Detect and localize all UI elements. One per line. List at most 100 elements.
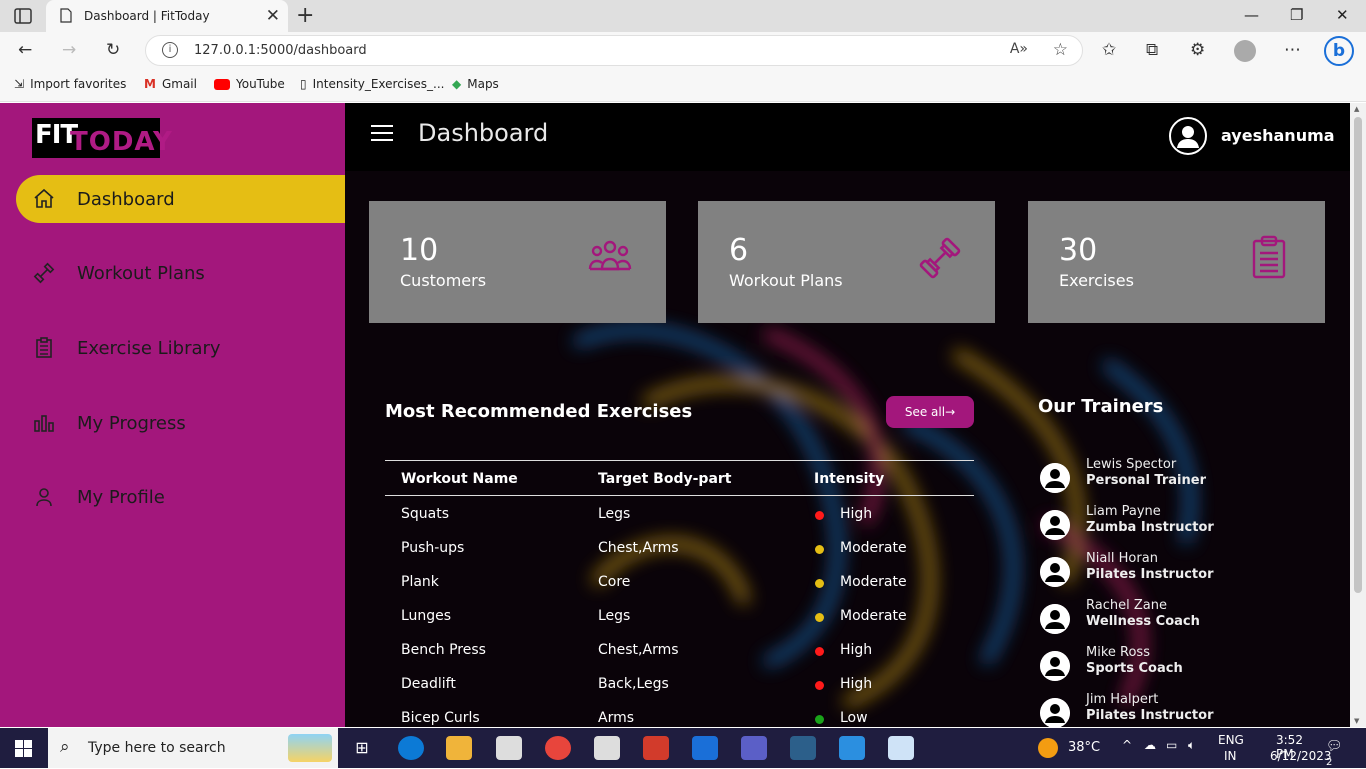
- trainer-item[interactable]: Mike Ross Sports Coach: [1038, 645, 1318, 689]
- site-info-icon[interactable]: i: [162, 42, 178, 58]
- sidebar-item-my-profile[interactable]: My Profile: [16, 473, 345, 521]
- photos-icon[interactable]: [888, 736, 914, 760]
- bing-copilot-icon[interactable]: b: [1324, 36, 1354, 66]
- favorite-intensity-exercises[interactable]: ▯ Intensity_Exercises_...: [300, 77, 444, 91]
- tab-actions-icon[interactable]: [14, 8, 32, 24]
- address-bar[interactable]: i 127.0.0.1:5000/dashboard A» ☆: [145, 35, 1083, 66]
- tray-chevron-icon[interactable]: ^: [1122, 738, 1132, 752]
- intensity-dot-icon: [815, 681, 824, 690]
- trainer-item[interactable]: Niall Horan Pilates Instructor: [1038, 551, 1318, 595]
- see-all-button[interactable]: See all →: [886, 396, 974, 428]
- stat-card-workout-plans[interactable]: 6 Workout Plans: [698, 201, 995, 323]
- region: IN: [1224, 749, 1237, 763]
- username[interactable]: ayeshanuma: [1221, 126, 1335, 145]
- trainer-item[interactable]: Lewis Spector Personal Trainer: [1038, 457, 1318, 501]
- table-header: Workout Name Target Body-part Intensity: [385, 460, 974, 496]
- onedrive-icon[interactable]: ☁: [1144, 738, 1156, 752]
- trainer-name: Niall Horan: [1086, 551, 1158, 566]
- fittoday-logo[interactable]: FIT TODAY: [32, 118, 172, 158]
- volume-icon[interactable]: 🔈︎: [1188, 738, 1195, 753]
- table-row[interactable]: Bench Press Chest,Arms High: [385, 632, 974, 666]
- notification-icon[interactable]: 💬︎2: [1326, 739, 1343, 769]
- exercises-table: Workout Name Target Body-part Intensity …: [385, 460, 974, 727]
- chrome-icon[interactable]: [545, 736, 571, 760]
- profile-avatar-icon[interactable]: [1234, 40, 1256, 62]
- scroll-down-icon[interactable]: ▼: [1354, 717, 1359, 725]
- forward-icon[interactable]: →: [62, 40, 76, 60]
- maps-icon: ◆: [452, 77, 462, 91]
- teams-icon[interactable]: [741, 736, 767, 760]
- sidebar: FIT TODAY Dashboard Workout Plans Exerci…: [0, 103, 345, 727]
- file-explorer-icon[interactable]: [446, 736, 472, 760]
- mail-icon[interactable]: [594, 736, 620, 760]
- outlook-icon[interactable]: [692, 736, 718, 760]
- windows-start-icon[interactable]: [15, 740, 32, 757]
- workout-name: Plank: [401, 574, 439, 590]
- trainer-role: Wellness Coach: [1086, 614, 1200, 629]
- edge-icon[interactable]: [398, 736, 424, 760]
- sidebar-item-my-progress[interactable]: My Progress: [16, 399, 345, 447]
- trainer-item[interactable]: Rachel Zane Wellness Coach: [1038, 598, 1318, 642]
- stat-card-exercises[interactable]: 30 Exercises: [1028, 201, 1325, 323]
- new-tab-button[interactable]: +: [296, 3, 314, 28]
- favorite-import[interactable]: ⇲ Import favorites: [14, 77, 126, 91]
- stat-label: Workout Plans: [729, 271, 843, 290]
- table-row[interactable]: Bicep Curls Arms Low: [385, 700, 974, 727]
- favorite-maps[interactable]: ◆ Maps: [452, 77, 499, 91]
- favorite-gmail[interactable]: M Gmail: [144, 77, 197, 91]
- table-row[interactable]: Squats Legs High: [385, 496, 974, 530]
- taskbar-search-box[interactable]: ⌕ Type here to search: [48, 728, 338, 768]
- collections-icon[interactable]: ⧉: [1146, 40, 1158, 60]
- store-icon[interactable]: [496, 736, 522, 760]
- scrollbar-thumb[interactable]: [1354, 117, 1362, 593]
- favorite-youtube[interactable]: YouTube: [214, 77, 285, 91]
- hamburger-menu-icon[interactable]: [371, 124, 393, 142]
- temperature[interactable]: 38°C: [1068, 740, 1100, 755]
- trainer-name: Jim Halpert: [1086, 692, 1159, 707]
- trainer-avatar-icon: [1040, 463, 1070, 493]
- refresh-icon[interactable]: ↻: [106, 40, 120, 60]
- table-row[interactable]: Plank Core Moderate: [385, 564, 974, 598]
- workbench-icon[interactable]: [790, 736, 816, 760]
- sidebar-item-workout-plans[interactable]: Workout Plans: [16, 249, 345, 297]
- intensity-dot-icon: [815, 545, 824, 554]
- import-icon: ⇲: [14, 77, 25, 91]
- table-row[interactable]: Lunges Legs Moderate: [385, 598, 974, 632]
- more-menu-icon[interactable]: ⋯: [1284, 40, 1301, 60]
- sidebar-item-dashboard[interactable]: Dashboard: [16, 175, 345, 223]
- dumbbell-icon: [919, 237, 961, 279]
- task-view-icon[interactable]: ⊞: [349, 736, 375, 760]
- trainers-section-title: Our Trainers: [1038, 396, 1164, 417]
- table-row[interactable]: Deadlift Back,Legs High: [385, 666, 974, 700]
- intensity-dot-icon: [815, 613, 824, 622]
- page-scrollbar[interactable]: ▲ ▼: [1350, 103, 1366, 727]
- minimize-icon[interactable]: —: [1244, 6, 1259, 24]
- favorite-star-icon[interactable]: ☆: [1053, 40, 1068, 60]
- favorites-icon[interactable]: ✩: [1102, 40, 1116, 60]
- wps-office-icon[interactable]: [643, 736, 669, 760]
- network-icon[interactable]: ▭: [1166, 738, 1177, 752]
- target-body-part: Legs: [598, 608, 631, 624]
- language[interactable]: ENG: [1218, 733, 1244, 747]
- stat-card-customers[interactable]: 10 Customers: [369, 201, 666, 323]
- trainer-item[interactable]: Liam Payne Zumba Instructor: [1038, 504, 1318, 548]
- user-avatar-icon[interactable]: [1169, 117, 1207, 155]
- main-content: Dashboard ayeshanuma 10 Customers 6 Work…: [345, 103, 1350, 727]
- trainer-item[interactable]: Jim Halpert Pilates Instructor: [1038, 692, 1318, 727]
- restore-icon[interactable]: ❐: [1290, 6, 1303, 24]
- extensions-icon[interactable]: ⚙: [1190, 40, 1205, 60]
- back-icon[interactable]: ←: [18, 40, 32, 60]
- scroll-up-icon[interactable]: ▲: [1354, 105, 1359, 113]
- sidebar-item-exercise-library[interactable]: Exercise Library: [16, 324, 345, 372]
- browser-tab[interactable]: Dashboard | FitToday ✕: [46, 0, 288, 32]
- stat-value: 30: [1059, 233, 1098, 268]
- read-aloud-icon[interactable]: A»: [1010, 41, 1028, 57]
- table-row[interactable]: Push-ups Chest,Arms Moderate: [385, 530, 974, 564]
- arrow-right-icon: →: [945, 405, 956, 419]
- vscode-icon[interactable]: [839, 736, 865, 760]
- close-tab-icon[interactable]: ✕: [266, 6, 280, 26]
- exercises-section-title: Most Recommended Exercises: [385, 401, 693, 422]
- weather-sun-icon[interactable]: [1038, 738, 1058, 758]
- close-window-icon[interactable]: ✕: [1336, 6, 1349, 24]
- clipboard-icon: [1252, 235, 1286, 279]
